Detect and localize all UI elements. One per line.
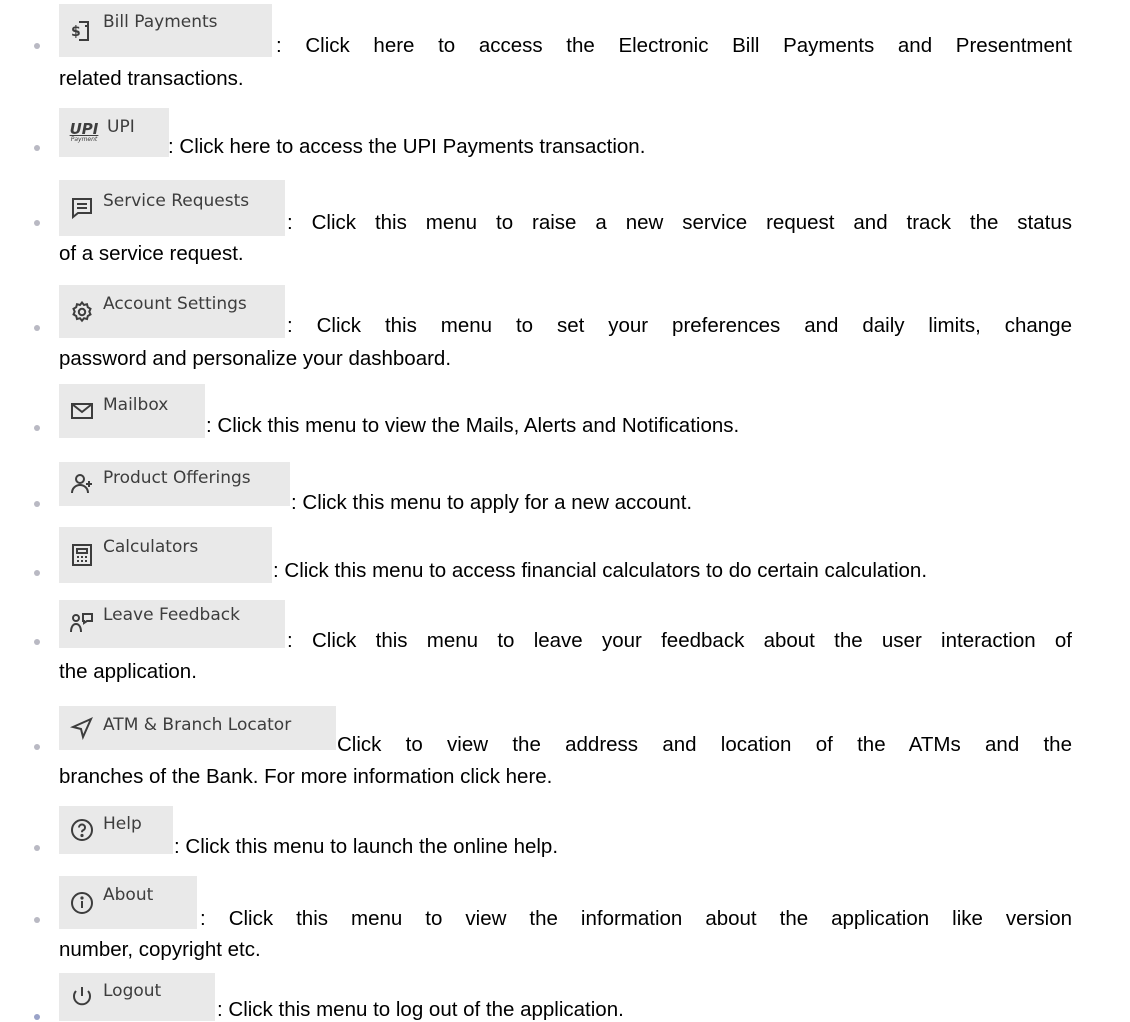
item-description: : Click this menu to set your preference… [287, 314, 1072, 337]
item-description: : Click this menu to leave your feedback… [287, 629, 1072, 652]
upi-menu-button[interactable]: UPI Payment UPI [59, 108, 169, 157]
help-menu-button[interactable]: Help [59, 806, 173, 854]
menu-label: Product Offerings [103, 468, 251, 488]
bullet [34, 501, 40, 507]
bullet [34, 917, 40, 923]
mailbox-menu-button[interactable]: Mailbox [59, 384, 205, 438]
item-description-continued: related transactions. [59, 67, 244, 90]
menu-label: UPI [107, 116, 135, 137]
product-offerings-menu-button[interactable]: Product Offerings [59, 462, 290, 506]
bullet [34, 145, 40, 151]
bullet [34, 1014, 40, 1020]
menu-label: Mailbox [103, 395, 169, 415]
item-description: : Click here to access the UPI Payments … [168, 135, 646, 158]
atm-branch-locator-menu-button[interactable]: ATM & Branch Locator [59, 706, 336, 750]
bullet [34, 220, 40, 226]
leave-feedback-menu-button[interactable]: Leave Feedback [59, 600, 285, 648]
info-icon [69, 890, 95, 916]
menu-label: Service Requests [103, 191, 250, 211]
logout-menu-button[interactable]: Logout [59, 973, 215, 1021]
calculators-menu-button[interactable]: Calculators [59, 527, 272, 583]
bullet [34, 425, 40, 431]
bullet [34, 325, 40, 331]
bullet [34, 43, 40, 49]
bullet [34, 570, 40, 576]
item-description: : Click this menu to apply for a new acc… [291, 491, 693, 514]
bullet [34, 744, 40, 750]
account-settings-menu-button[interactable]: Account Settings [59, 285, 285, 338]
item-description: : Click this menu to view the Mails, Ale… [206, 414, 740, 437]
gear-icon [69, 299, 95, 325]
item-description: : Click this menu to access financial ca… [273, 559, 928, 582]
bill-payments-menu-button[interactable]: $ Bill Payments [59, 4, 272, 57]
item-description: : Click this menu to raise a new service… [287, 211, 1072, 234]
calculator-icon [69, 542, 95, 568]
menu-label: About [103, 884, 154, 905]
item-description-continued: number, copyright etc. [59, 938, 261, 961]
menu-label: Bill Payments [103, 11, 218, 32]
mail-icon [69, 398, 95, 424]
help-icon [69, 817, 95, 843]
menu-label: Account Settings [103, 293, 247, 314]
bill-payments-icon: $ [69, 18, 95, 44]
feedback-icon [69, 611, 95, 637]
location-arrow-icon [69, 715, 95, 741]
item-description-continued: the application. [59, 660, 197, 683]
power-icon [69, 984, 95, 1010]
menu-label: Help [103, 814, 142, 834]
item-description: : Click this menu to view the informatio… [200, 907, 1072, 930]
bullet [34, 845, 40, 851]
bullet [34, 639, 40, 645]
item-description-continued: branches of the Bank. For more informati… [59, 765, 553, 788]
menu-label: Leave Feedback [103, 605, 240, 625]
upi-icon: UPI Payment [69, 120, 99, 144]
about-menu-button[interactable]: About [59, 876, 197, 929]
menu-label: ATM & Branch Locator [103, 715, 292, 735]
menu-label: Logout [103, 981, 162, 1001]
item-description: : Click this menu to launch the online h… [174, 835, 559, 858]
menu-label: Calculators [103, 537, 199, 557]
item-description: : Click here to access the Electronic Bi… [276, 34, 1072, 57]
item-description: : Click this menu to log out of the appl… [217, 998, 624, 1021]
item-description-continued: password and personalize your dashboard. [59, 347, 452, 370]
service-requests-menu-button[interactable]: Service Requests [59, 180, 285, 236]
service-request-icon [69, 195, 95, 221]
item-description-continued: of a service request. [59, 242, 244, 265]
item-description: Click to view the address and location o… [337, 733, 1072, 756]
document: $ Bill Payments : Click here to access t… [0, 0, 1130, 1021]
add-user-icon [69, 471, 95, 497]
svg-text:$: $ [71, 24, 81, 40]
